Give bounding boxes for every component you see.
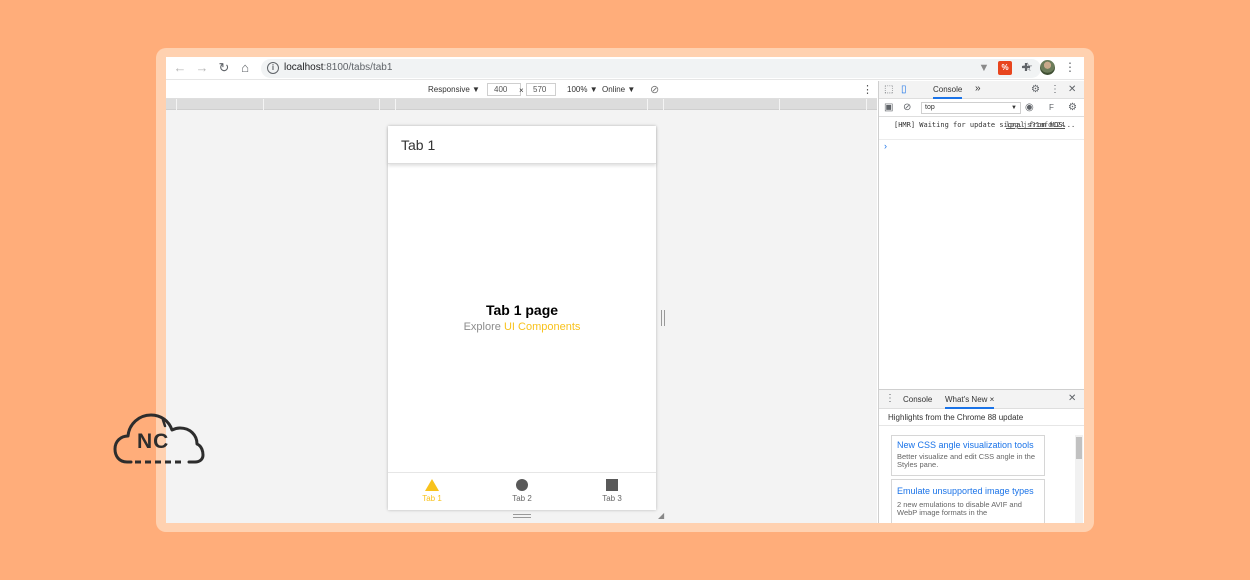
- chevron-down-icon: ▼: [472, 85, 480, 94]
- kebab-menu-icon[interactable]: ⋮: [1050, 84, 1060, 96]
- avatar[interactable]: [1040, 60, 1055, 75]
- device-viewport: Responsive ▼ 400 × 570 100% ▼ Online ▼ ⊘…: [166, 81, 877, 523]
- browser-toolbar: ← → ↻ ⌂ i localhost:8100/tabs/tab1 ☆ ▼ %…: [166, 57, 1084, 80]
- resize-handle-right[interactable]: [661, 310, 665, 326]
- gear-icon[interactable]: ⚙: [1068, 102, 1077, 114]
- card-title[interactable]: Emulate unsupported image types: [897, 483, 1039, 499]
- divider: [879, 139, 1084, 140]
- content-heading: Tab 1 page: [485, 302, 559, 318]
- tab-label: What's New: [945, 395, 988, 404]
- close-icon[interactable]: ×: [990, 395, 995, 404]
- puzzle-icon[interactable]: ✚: [1019, 61, 1033, 75]
- devtools-panel: ⬚ ▯ Console » ⚙ ⋮ ✕ ▣ ⊘ top ▼ ◉ F ⚙ [HMR…: [878, 81, 1084, 523]
- url-text[interactable]: localhost:8100/tabs/tab1: [284, 62, 392, 73]
- extension-icon[interactable]: %: [998, 61, 1012, 75]
- width-input[interactable]: 400: [487, 83, 521, 96]
- nc-logo: NC: [113, 406, 205, 466]
- log-source-link[interactable]: log.js?1afd:24: [1006, 121, 1065, 129]
- tab-label: Tab 2: [512, 494, 532, 503]
- tab-2[interactable]: Tab 2: [492, 479, 552, 503]
- zoom-select[interactable]: 100% ▼: [567, 85, 598, 94]
- device-toolbar: Responsive ▼ 400 × 570 100% ▼ Online ▼ ⊘…: [166, 81, 877, 99]
- reload-icon[interactable]: ↻: [216, 60, 232, 76]
- tab-label: Tab 3: [602, 494, 622, 503]
- zoom-label: 100%: [567, 85, 588, 94]
- height-input[interactable]: 570: [526, 83, 556, 96]
- kebab-menu-icon[interactable]: ⋮: [862, 83, 873, 96]
- kebab-menu-icon[interactable]: ⋮: [1064, 60, 1076, 74]
- close-icon[interactable]: ✕: [1068, 84, 1076, 96]
- card-desc: 2 new emulations to disable AVIF and Web…: [897, 500, 1022, 517]
- drawer-subtitle: Highlights from the Chrome 88 update: [879, 410, 1084, 426]
- tab-label: Tab 1: [422, 494, 442, 503]
- arrow-left-icon[interactable]: ←: [172, 60, 188, 76]
- throttle-label: Online: [602, 85, 626, 94]
- gear-icon[interactable]: ⚙: [1031, 84, 1040, 96]
- clear-console-icon[interactable]: ⊘: [903, 102, 911, 114]
- home-icon[interactable]: ⌂: [237, 60, 253, 76]
- arrow-right-icon[interactable]: →: [194, 60, 210, 76]
- media-query-ruler[interactable]: [166, 99, 877, 110]
- more-tabs-icon[interactable]: »: [975, 83, 981, 94]
- device-toggle-icon[interactable]: ▯: [901, 84, 907, 96]
- context-label: top: [925, 104, 935, 111]
- triangle-icon: [425, 479, 439, 491]
- address-bar[interactable]: i localhost:8100/tabs/tab1 ☆: [261, 59, 1041, 78]
- app-header: Tab 1: [388, 126, 656, 164]
- throttle-select[interactable]: Online ▼: [602, 85, 635, 94]
- drawer-tab-whats-new[interactable]: What's New ×: [945, 395, 995, 409]
- kebab-menu-icon[interactable]: ⋮: [885, 393, 895, 405]
- drawer-tabbar: ⋮ Console What's New × ✕: [879, 390, 1084, 409]
- explore-text: Explore UI Components: [388, 321, 656, 333]
- vue-devtools-icon[interactable]: ▼: [977, 61, 991, 75]
- whats-new-card[interactable]: New CSS angle visualization tools Better…: [891, 435, 1045, 476]
- scroll-thumb[interactable]: [1076, 437, 1082, 459]
- close-icon[interactable]: ✕: [1068, 393, 1076, 405]
- times-sign: ×: [519, 86, 524, 95]
- console-prompt[interactable]: ›: [884, 141, 887, 151]
- console-toolbar: ▣ ⊘ top ▼ ◉ F ⚙: [879, 99, 1084, 117]
- tab-1[interactable]: Tab 1: [402, 479, 462, 503]
- filter-input[interactable]: F: [1049, 102, 1054, 114]
- chevron-down-icon: ▼: [627, 85, 636, 94]
- inspect-icon[interactable]: ⬚: [884, 84, 893, 96]
- page-content: Tab 1 page Explore UI Components: [388, 302, 656, 333]
- tab-3[interactable]: Tab 3: [582, 479, 642, 503]
- device-select[interactable]: Responsive ▼: [428, 85, 480, 94]
- drawer-tab-console[interactable]: Console: [903, 395, 932, 404]
- explore-label: Explore: [463, 321, 501, 333]
- browser-window: ← → ↻ ⌂ i localhost:8100/tabs/tab1 ☆ ▼ %…: [166, 57, 1084, 523]
- page-title: Tab 1: [401, 137, 436, 153]
- url-host: localhost: [284, 62, 324, 73]
- square-icon: [606, 479, 618, 491]
- chevron-down-icon: ▼: [589, 85, 598, 94]
- devtools-tabbar: ⬚ ▯ Console » ⚙ ⋮ ✕: [879, 81, 1084, 99]
- ellipse-icon: [516, 479, 528, 491]
- sidebar-toggle-icon[interactable]: ▣: [884, 102, 893, 114]
- scrollbar[interactable]: [1075, 435, 1083, 523]
- resize-handle-corner[interactable]: ◢: [658, 512, 666, 520]
- logo-text: NC: [137, 430, 170, 453]
- card-desc: Better visualize and edit CSS angle in t…: [897, 452, 1035, 469]
- rotate-icon[interactable]: ⊘: [650, 83, 659, 96]
- card-title[interactable]: New CSS angle visualization tools: [897, 439, 1039, 451]
- whats-new-card[interactable]: Emulate unsupported image types 2 new em…: [891, 479, 1045, 523]
- context-select[interactable]: top ▼: [921, 102, 1021, 114]
- resize-handle-bottom[interactable]: [513, 514, 531, 518]
- url-path: :8100/tabs/tab1: [323, 62, 393, 73]
- tab-console[interactable]: Console: [933, 85, 963, 99]
- ui-components-link[interactable]: UI Components: [504, 321, 580, 333]
- device-label: Responsive: [428, 85, 470, 94]
- emulated-device: Tab 1 Tab 1 page Explore UI Components T…: [388, 126, 656, 510]
- eye-icon[interactable]: ◉: [1025, 102, 1034, 114]
- devtools-drawer: ⋮ Console What's New × ✕ Highlights from…: [879, 389, 1084, 523]
- tab-bar: Tab 1 Tab 2 Tab 3: [388, 472, 656, 510]
- chevron-down-icon: ▼: [1011, 105, 1017, 111]
- info-icon[interactable]: i: [267, 62, 279, 74]
